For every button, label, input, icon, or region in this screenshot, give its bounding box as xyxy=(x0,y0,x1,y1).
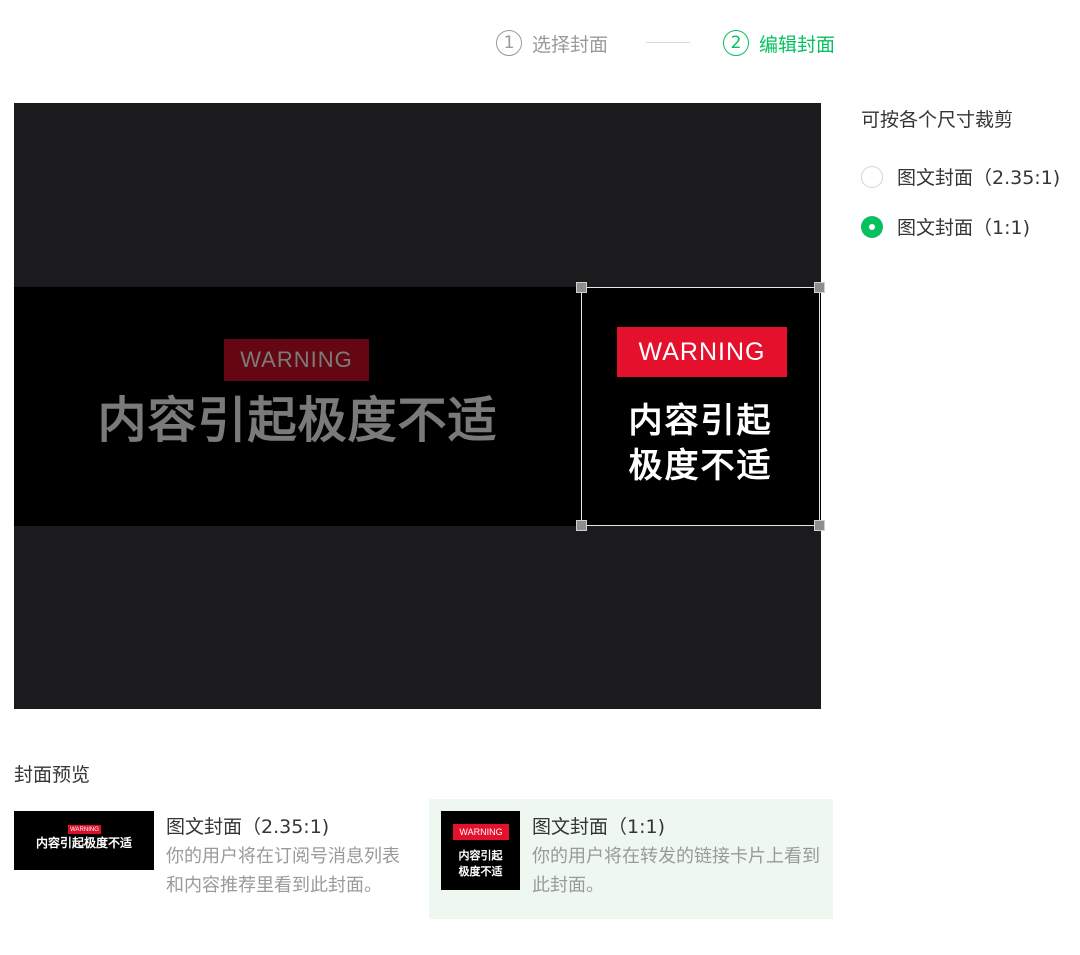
ratio-option-label: 图文封面（1:1) xyxy=(897,217,1030,239)
preview-title: 封面预览 xyxy=(14,764,91,786)
preview-thumbnail-square: WARNING 内容引起 极度不适 xyxy=(441,811,520,890)
step-select-cover[interactable]: 1 选择封面 xyxy=(496,26,608,60)
crop-editor[interactable]: WARNING 内容引起极度不适 WARNING 内容引起 极度不适 xyxy=(14,103,825,709)
step-1-number: 1 xyxy=(496,30,522,56)
preview-thumbnail-wide: WARNING 内容引起极度不适 xyxy=(14,811,154,870)
crop-handle-top-right[interactable] xyxy=(814,282,825,293)
thumb-headline-line-2: 极度不适 xyxy=(458,865,503,878)
step-2-number: 2 xyxy=(723,30,749,56)
preview-card-text: 图文封面（2.35:1) 你的用户将在订阅号消息列表和内容推荐里看到此封面。 xyxy=(166,813,402,900)
crop-handle-top-left[interactable] xyxy=(576,282,587,293)
radio-unchecked-icon[interactable] xyxy=(861,165,883,188)
ratio-panel: 可按各个尺寸裁剪 图文封面（2.35:1) 图文封面（1:1) xyxy=(861,105,1080,239)
thumb-headline: 内容引起 极度不适 xyxy=(441,848,520,880)
crop-headline: 内容引起 极度不适 xyxy=(582,399,819,489)
radio-checked-icon[interactable] xyxy=(861,215,883,238)
crop-dim-mask xyxy=(14,287,581,526)
ratio-option-1-1[interactable]: 图文封面（1:1) xyxy=(861,213,1030,240)
ratio-panel-title: 可按各个尺寸裁剪 xyxy=(861,109,1014,131)
ratio-option-label: 图文封面（2.35:1) xyxy=(897,167,1061,189)
crop-frame[interactable]: WARNING 内容引起 极度不适 xyxy=(576,282,825,531)
thumb-warning-badge: WARNING xyxy=(68,825,101,834)
preview-card-text: 图文封面（1:1) 你的用户将在转发的链接卡片上看到此封面。 xyxy=(532,813,828,900)
preview-card-label: 图文封面（2.35:1) xyxy=(166,816,330,838)
step-1-label: 选择封面 xyxy=(532,33,609,56)
thumb-headline: 内容引起极度不适 xyxy=(35,836,132,850)
crop-warning-badge: WARNING xyxy=(617,327,787,377)
crop-headline-line-1: 内容引起 xyxy=(628,401,773,441)
step-divider xyxy=(646,42,690,43)
thumb-headline-line-1: 内容引起 xyxy=(458,849,503,862)
step-edit-cover: 2 编辑封面 xyxy=(723,26,835,60)
preview-card-2-35-1: WARNING 内容引起极度不适 图文封面（2.35:1) 你的用户将在订阅号消… xyxy=(14,799,404,919)
preview-card-1-1: WARNING 内容引起 极度不适 图文封面（1:1) 你的用户将在转发的链接卡… xyxy=(429,799,833,919)
crop-content: WARNING 内容引起 极度不适 xyxy=(582,288,819,525)
thumb-warning-badge: WARNING xyxy=(453,824,509,840)
preview-card-description: 你的用户将在订阅号消息列表和内容推荐里看到此封面。 xyxy=(166,846,400,896)
stepper: 1 选择封面 2 编辑封面 xyxy=(0,26,1080,60)
preview-card-label: 图文封面（1:1) xyxy=(532,816,665,838)
crop-handle-bottom-right[interactable] xyxy=(814,520,825,531)
crop-headline-line-2: 极度不适 xyxy=(628,446,773,486)
step-2-label: 编辑封面 xyxy=(759,33,836,56)
crop-handle-bottom-left[interactable] xyxy=(576,520,587,531)
preview-card-description: 你的用户将在转发的链接卡片上看到此封面。 xyxy=(532,846,820,896)
ratio-option-2-35-1[interactable]: 图文封面（2.35:1) xyxy=(861,163,1060,190)
